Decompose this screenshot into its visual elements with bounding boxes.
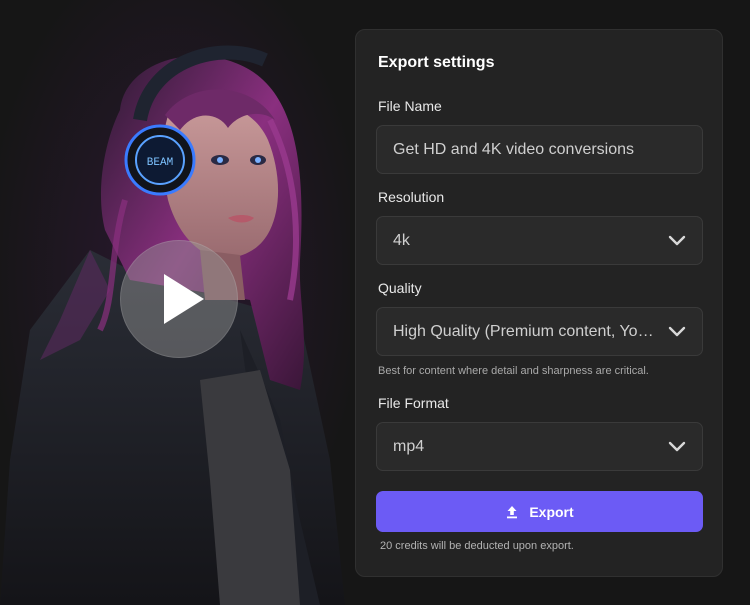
quality-select[interactable]: High Quality (Premium content, You...	[376, 307, 703, 356]
quality-value: High Quality (Premium content, You...	[393, 322, 658, 340]
file-name-input[interactable]	[393, 140, 686, 159]
file-format-value: mp4	[393, 437, 425, 455]
resolution-select[interactable]: 4k	[376, 216, 703, 265]
play-icon	[164, 274, 204, 324]
resolution-label: Resolution	[378, 189, 445, 205]
file-format-select[interactable]: mp4	[376, 422, 703, 471]
file-name-field[interactable]	[376, 125, 703, 174]
video-preview[interactable]: BEAM	[0, 0, 350, 605]
export-settings-panel: Export settings File Name Resolution 4k …	[355, 29, 723, 577]
resolution-value: 4k	[393, 231, 410, 249]
chevron-down-icon	[668, 235, 686, 245]
quality-label: Quality	[378, 280, 422, 296]
credits-note: 20 credits will be deducted upon export.	[380, 540, 574, 552]
chevron-down-icon	[668, 326, 686, 336]
play-button[interactable]	[120, 240, 238, 358]
export-screen: BEAM Export settings File Name Resolutio…	[0, 0, 750, 605]
file-name-label: File Name	[378, 98, 442, 114]
panel-title: Export settings	[378, 54, 495, 71]
chevron-down-icon	[668, 441, 686, 451]
export-button[interactable]: Export	[376, 491, 703, 532]
upload-icon	[507, 505, 518, 518]
export-button-label: Export	[529, 503, 574, 520]
quality-hint: Best for content where detail and sharpn…	[378, 365, 649, 377]
file-format-label: File Format	[378, 395, 449, 411]
headphone-brand-text: BEAM	[147, 157, 173, 169]
